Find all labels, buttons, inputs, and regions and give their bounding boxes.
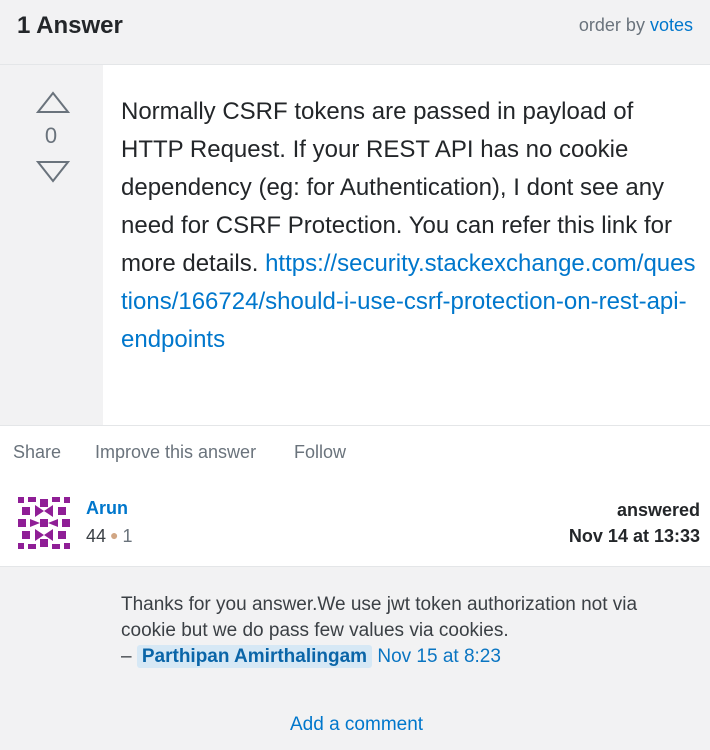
bronze-badge-icon: ● [110,527,119,543]
comment-text: Thanks for you answer.We use jwt token a… [121,594,638,641]
comment-dash: – [121,646,132,667]
add-comment-link[interactable]: Add a comment [290,714,423,736]
comment-user-link[interactable]: Parthipan Amirthalingam [136,645,373,668]
answered-date[interactable]: Nov 14 at 13:33 [569,526,700,547]
answers-header: 1 Answer order by votes [0,0,710,65]
reputation-score: 44 [86,526,107,546]
improve-answer-link[interactable]: Improve this answer [95,442,256,463]
share-link[interactable]: Share [13,442,61,463]
answer-text-block: Normally CSRF tokens are passed in paylo… [121,93,696,359]
vote-cell: 0 [0,65,103,425]
comment-body: Thanks for you answer.We use jwt token a… [121,592,681,670]
sort-order[interactable]: order by votes [579,15,693,36]
answer-post: 0 Normally CSRF tokens are passed in pay… [0,65,710,425]
upvote-arrow-icon[interactable] [36,90,70,114]
bronze-badge-count: 1 [122,526,133,546]
sort-order-label: order by [578,15,645,35]
user-avatar[interactable] [18,497,70,549]
follow-link[interactable]: Follow [294,442,346,463]
answered-label: answered [616,500,700,520]
sort-order-value[interactable]: votes [650,15,693,35]
vote-count: 0 [44,123,58,148]
answer-body: Normally CSRF tokens are passed in paylo… [103,65,710,425]
downvote-arrow-icon[interactable] [36,160,70,184]
user-signature: Arun 44 ● 1 answered Nov 14 at 13:33 [0,480,710,567]
comment-date-link[interactable]: Nov 15 at 8:23 [377,646,501,667]
answers-count-title: 1 Answer [17,12,123,39]
user-name-link[interactable]: Arun [86,498,128,519]
user-reputation: 44 ● 1 [86,526,133,547]
post-menu: Share Improve this answer Follow [0,425,710,481]
comment: Thanks for you answer.We use jwt token a… [103,578,710,690]
